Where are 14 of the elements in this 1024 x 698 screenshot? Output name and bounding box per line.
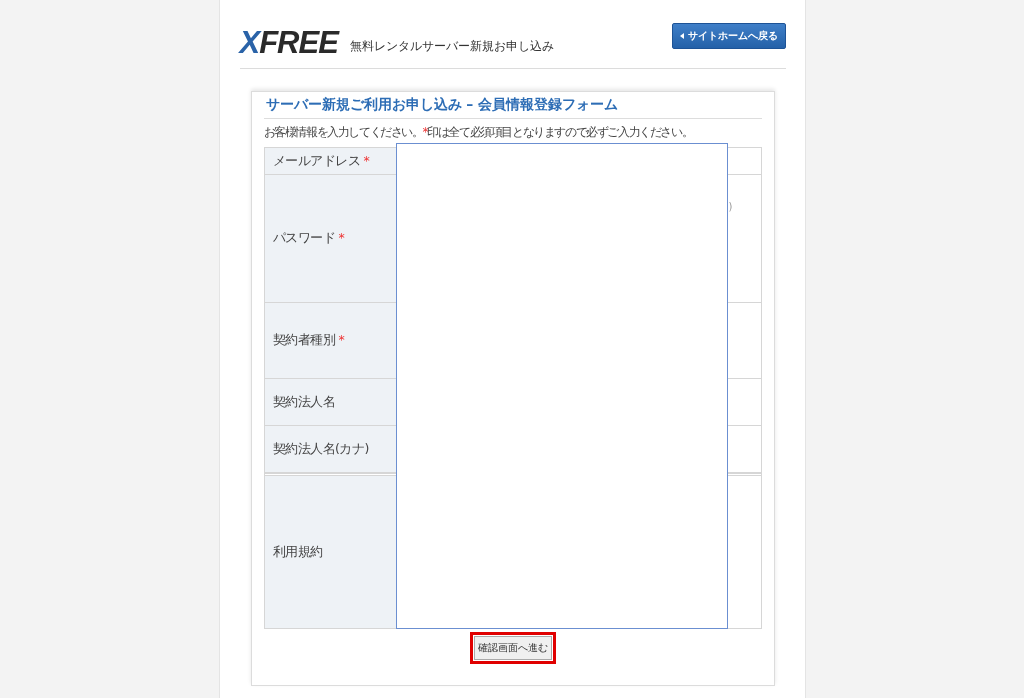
caret-icon: [679, 33, 684, 39]
field-label: メールアドレス *: [272, 152, 370, 170]
form-title: サーバー新規ご利用お申し込み – 会員情報登録フォーム: [263, 96, 762, 119]
field-label: 契約者種別 *: [272, 332, 345, 349]
hint-fragment: ): [728, 201, 733, 212]
confirm-button[interactable]: 確認画面へ進む: [473, 636, 552, 660]
intro-text: お客様情報を入力してください。*印は全て必須項目となりますので必ずご入力ください。: [263, 124, 694, 141]
site-subtitle: 無料レンタルサーバー新規お申し込み: [349, 37, 554, 55]
field-label: パスワード *: [272, 230, 345, 247]
field-label: 契約法人名: [272, 393, 335, 411]
field-label: 利用規約: [272, 543, 323, 561]
home-button[interactable]: サイトホームへ戻る: [671, 23, 786, 49]
field-label: 契約法人名(カナ): [272, 440, 369, 458]
logo: XFREE: [239, 26, 338, 58]
